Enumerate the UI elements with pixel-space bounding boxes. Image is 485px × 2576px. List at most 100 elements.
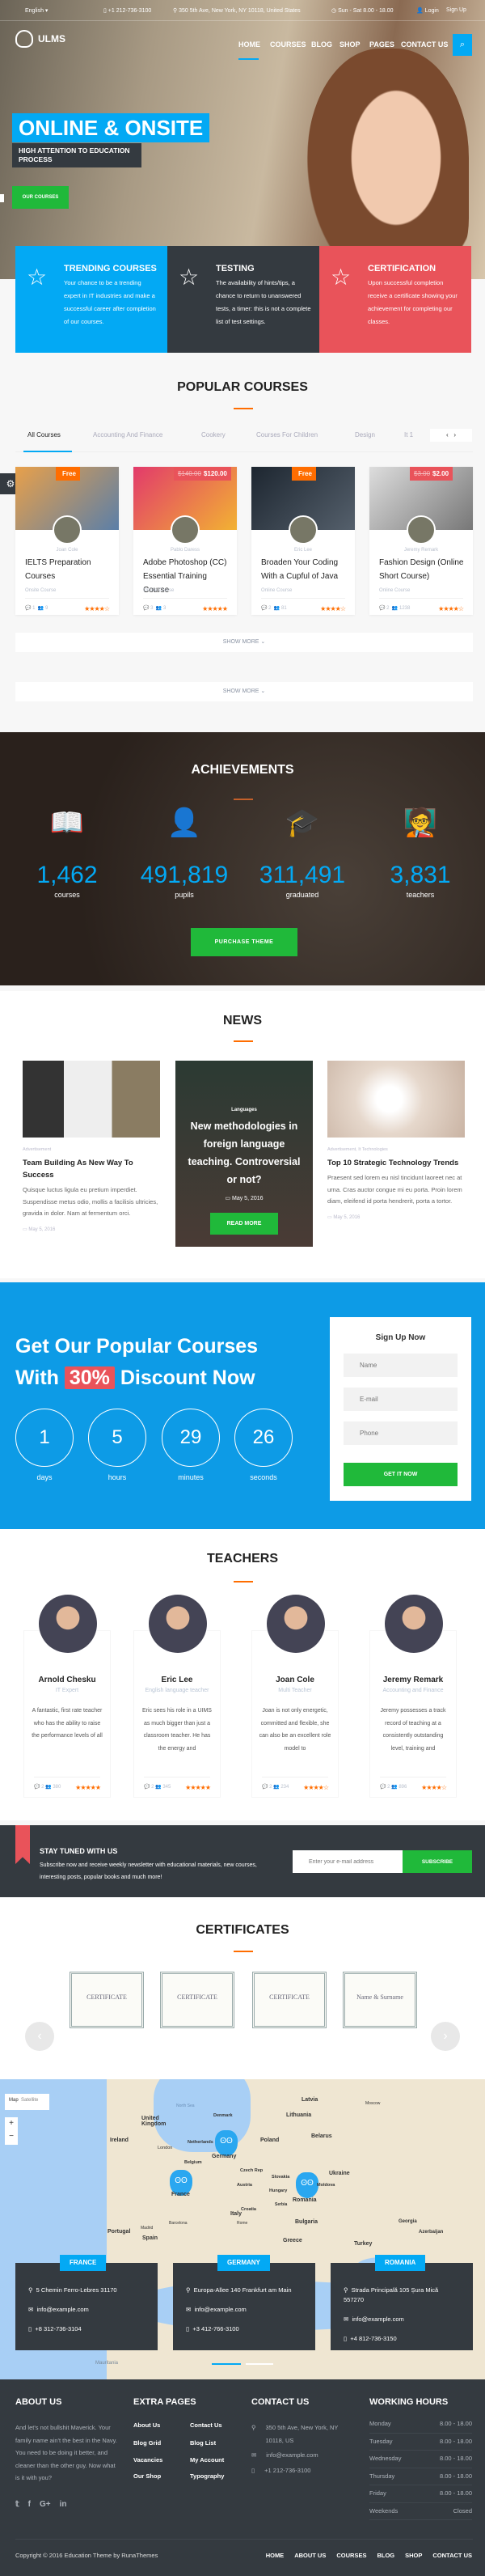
news-card[interactable]: Advertisement Team Building As New Way T… [23,1061,160,1232]
tab-cookery[interactable]: Cookery [201,431,226,439]
zoom-controls[interactable]: + − [5,2117,18,2145]
teacher-name[interactable]: Arnold Chesku [24,1676,110,1684]
news-category[interactable]: Languages [175,1108,313,1112]
facebook-icon[interactable]: f [28,2500,31,2509]
office-slider-dot[interactable] [246,2363,273,2365]
course-teacher[interactable]: Eric Lee [251,548,355,553]
language-select[interactable]: English ▾ [25,7,48,14]
google-plus-icon[interactable]: G+ [40,2500,51,2509]
course-teacher[interactable]: Jeremy Remark [369,548,473,553]
news-card-featured[interactable]: Languages New methodologies in foreign l… [175,1061,313,1247]
news-title[interactable]: New methodologies in foreign language te… [183,1117,305,1188]
show-more-button[interactable]: SHOW MORE ⌄ [15,682,473,701]
footer-link[interactable]: Typography [190,2472,224,2480]
certificate-image[interactable]: CERTIFICATE [160,1972,234,2028]
comment-icon: 💬 [380,1785,386,1790]
office-email[interactable]: info@example.com [36,2306,88,2313]
footer-link[interactable]: Blog List [190,2439,216,2447]
nav-courses[interactable]: COURSES [270,40,306,49]
tab-accounting[interactable]: Accounting And Finance [93,431,162,439]
read-more-button[interactable]: READ MORE [210,1213,278,1235]
nav-home[interactable]: HOME [238,40,260,49]
show-more-button[interactable]: SHOW MORE ⌄ [15,633,473,652]
certificate-image[interactable]: Name & Surname [343,1972,417,2028]
map-marker-germany[interactable]: ʘʘ [215,2130,238,2156]
nav-pages[interactable]: PAGES [369,40,394,49]
teacher-name[interactable]: Joan Cole [252,1676,338,1684]
footer-link[interactable]: Blog Grid [133,2439,161,2447]
teacher-name[interactable]: Eric Lee [134,1676,220,1684]
course-title[interactable]: IELTS Preparation Courses [25,556,112,583]
footer-email[interactable]: info@example.com [266,2449,318,2462]
carousel-next-button[interactable]: › [431,2022,460,2051]
footer-link[interactable]: Contact Us [190,2421,222,2429]
envelope-icon: ✉ [344,2315,349,2323]
footer-link[interactable]: My Account [190,2456,224,2464]
twitter-icon[interactable]: 𝕥 [15,2500,19,2509]
footer-link[interactable]: About Us [133,2421,160,2429]
phone-input[interactable] [344,1421,458,1445]
hero-image [307,49,469,279]
footer-link[interactable]: Our Shop [133,2472,161,2480]
teacher-card[interactable]: Jeremy Remark Accounting and Finance Jer… [369,1595,457,1798]
news-card[interactable]: Advertisement, It Technologies Top 10 St… [327,1061,465,1220]
course-title[interactable]: Broaden Your Coding With a Cupful of Jav… [261,556,348,583]
course-title[interactable]: Fashion Design (Online Short Course) [379,556,466,583]
signup-link[interactable]: Sign Up [446,7,466,13]
map-type-map[interactable]: Map [9,2098,19,2103]
linkedin-icon[interactable]: in [60,2500,67,2509]
map-marker-romania[interactable]: ʘʘ [296,2172,318,2198]
get-it-now-button[interactable]: GET IT NOW [344,1463,458,1486]
news-category[interactable]: Advertisement, It Technologies [327,1147,465,1152]
slider-prev[interactable] [0,194,4,202]
news-title[interactable]: Team Building As New Way To Success [23,1157,160,1181]
email-input[interactable] [344,1388,458,1411]
teacher-card[interactable]: Arnold Chesku IT Expert A fantastic, fir… [23,1595,111,1798]
logo[interactable]: ULMS [15,30,65,48]
certificate-image[interactable]: CERTIFICATE [252,1972,327,2028]
course-card[interactable]: $3.00 $2.00 Jeremy Remark Fashion Design … [369,467,473,615]
search-button[interactable]: ⌕ [453,34,472,56]
footer-nav-contact[interactable]: CONTACT US [432,2552,472,2559]
login-link[interactable]: 👤 Login [416,7,439,14]
footer-nav-home[interactable]: HOME [266,2552,285,2559]
nav-blog[interactable]: BLOG [311,40,332,49]
teacher-name[interactable]: Jeremy Remark [370,1676,456,1684]
news-category[interactable]: Advertisement [23,1147,160,1152]
course-card[interactable]: Free Joan Cole IELTS Preparation Courses… [15,467,119,615]
rating-stars: ★★★★★ [202,605,228,612]
footer-nav-about[interactable]: ABOUT US [294,2552,326,2559]
nav-contact[interactable]: CONTACT US [401,40,448,49]
footer-nav-shop[interactable]: SHOP [405,2552,422,2559]
tab-all-courses[interactable]: All Courses [27,431,61,439]
purchase-theme-button[interactable]: PURCHASE THEME [191,928,297,956]
newsletter-email-input[interactable] [293,1850,403,1873]
course-card[interactable]: $140.00 $120.00 Pablo Daress Adobe Photos… [133,467,237,615]
name-input[interactable] [344,1354,458,1377]
course-teacher[interactable]: Pablo Daress [133,548,237,553]
news-title[interactable]: Top 10 Strategic Technology Trends [327,1157,465,1169]
feature-text: The availability of hints/tips, a chance… [216,279,311,325]
course-teacher[interactable]: Joan Cole [15,548,119,553]
carousel-prev-button[interactable]: ‹ [25,2022,54,2051]
footer-link[interactable]: Vacancies [133,2456,162,2464]
comment-icon: 💬 [143,606,150,611]
nav-shop[interactable]: SHOP [340,40,361,49]
our-courses-button[interactable]: OUR COURSES [12,186,69,209]
office-slider-dot-active[interactable] [212,2363,241,2365]
footer-nav-courses[interactable]: COURSES [336,2552,366,2559]
course-card[interactable]: Free Eric Lee Broaden Your Coding With a… [251,467,355,615]
map-type-satellite[interactable]: Satellite [21,2098,38,2103]
subscribe-button[interactable]: SUBSCRIBE [403,1850,472,1873]
teacher-card[interactable]: Joan Cole Multi Teacher Joan is not only… [251,1595,339,1798]
tab-design[interactable]: Design [355,431,375,439]
tab-it[interactable]: It 1 [404,431,413,439]
feature-icon: ☆ [331,265,352,290]
office-email[interactable]: info@example.com [352,2315,403,2323]
teacher-card[interactable]: Eric Lee English language teacher Eric s… [133,1595,221,1798]
certificate-image[interactable]: CERTIFICATE [70,1972,144,2028]
tab-children[interactable]: Courses For Children [256,431,318,439]
tab-scroll-buttons[interactable]: ‹ › [430,429,472,442]
footer-nav-blog[interactable]: BLOG [377,2552,394,2559]
office-email[interactable]: info@example.com [194,2306,246,2313]
